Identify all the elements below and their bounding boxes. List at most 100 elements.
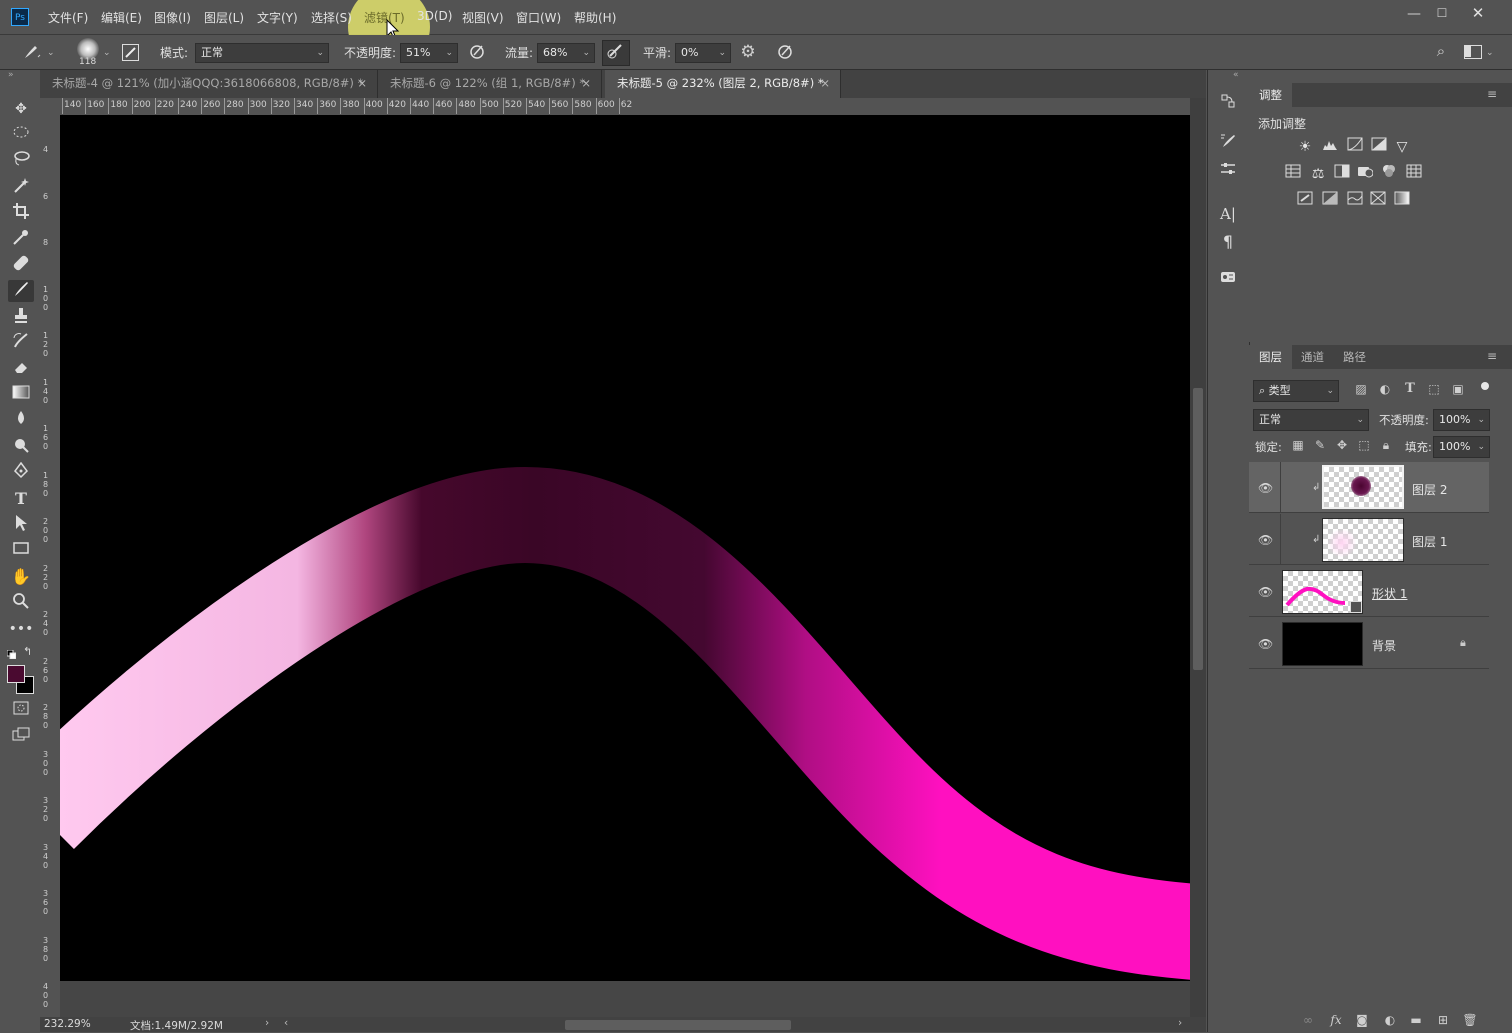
layer-name[interactable]: 图层 1 bbox=[1412, 533, 1447, 550]
maximize-button[interactable]: ☐ bbox=[1432, 6, 1452, 24]
move-tool-icon[interactable]: ✥ bbox=[8, 98, 34, 120]
menu-file[interactable]: 文件(F) bbox=[48, 9, 88, 26]
close-tab-icon[interactable]: × bbox=[820, 70, 830, 97]
type-tool-icon[interactable]: T bbox=[8, 488, 34, 510]
swap-colors-icon[interactable]: ↰ bbox=[23, 645, 32, 658]
visibility-eye-icon[interactable]: 👁︎ bbox=[1258, 638, 1273, 650]
layer-opacity-field[interactable]: 100% ⌄ bbox=[1433, 409, 1490, 431]
blend-mode-select[interactable]: 正常 ⌄ bbox=[195, 43, 329, 63]
filter-pixel-icon[interactable]: ▨ bbox=[1353, 382, 1369, 396]
lock-transparent-icon[interactable]: ▦ bbox=[1291, 438, 1305, 452]
rectangle-tool-icon[interactable] bbox=[8, 540, 34, 562]
exposure-icon[interactable] bbox=[1369, 137, 1389, 157]
panel-menu-icon[interactable]: ≡ bbox=[1487, 87, 1497, 101]
vibrance-icon[interactable]: ▽ bbox=[1392, 137, 1412, 157]
layer-thumbnail[interactable] bbox=[1322, 465, 1404, 509]
layer-style-icon[interactable]: fx bbox=[1328, 1012, 1344, 1028]
layer-thumbnail[interactable] bbox=[1282, 622, 1363, 666]
invert-icon[interactable] bbox=[1295, 191, 1315, 211]
magic-wand-tool-icon[interactable] bbox=[8, 176, 34, 198]
close-tab-icon[interactable]: × bbox=[357, 70, 367, 97]
tab-paths[interactable]: 路径 bbox=[1333, 345, 1376, 369]
menu-window[interactable]: 窗口(W) bbox=[516, 9, 561, 26]
channel-mixer-icon[interactable] bbox=[1379, 164, 1399, 184]
layer-name[interactable]: 背景 bbox=[1372, 637, 1396, 654]
chevron-right-icon[interactable]: › bbox=[265, 1017, 269, 1029]
character-panel-icon[interactable]: A| bbox=[1214, 202, 1242, 226]
smoothing-field[interactable]: 0% ⌄ bbox=[675, 43, 731, 63]
filter-shape-icon[interactable]: ⬚ bbox=[1426, 382, 1442, 396]
quick-mask-icon[interactable] bbox=[8, 700, 34, 722]
menu-image[interactable]: 图像(I) bbox=[154, 9, 191, 26]
layer-blend-mode-select[interactable]: 正常 ⌄ bbox=[1253, 409, 1369, 431]
canvas[interactable] bbox=[60, 115, 1190, 981]
chevron-down-icon[interactable]: ⌄ bbox=[47, 48, 55, 58]
color-lookup-icon[interactable] bbox=[1404, 164, 1424, 184]
properties-icon[interactable] bbox=[1214, 160, 1242, 184]
brush-settings-icon[interactable] bbox=[1214, 132, 1242, 156]
opacity-field[interactable]: 51% ⌄ bbox=[400, 43, 458, 63]
levels-icon[interactable] bbox=[1320, 137, 1340, 157]
brush-tool-icon[interactable] bbox=[8, 280, 34, 302]
chevron-down-icon[interactable]: ⌄ bbox=[103, 48, 111, 58]
lock-artboard-icon[interactable]: ⬚ bbox=[1357, 438, 1371, 452]
airbrush-icon[interactable] bbox=[602, 40, 630, 66]
new-adjustment-layer-icon[interactable]: ◐ bbox=[1382, 1012, 1398, 1028]
horizontal-scrollbar-thumb[interactable] bbox=[565, 1020, 791, 1030]
screen-mode-icon[interactable] bbox=[8, 726, 34, 748]
hue-saturation-icon[interactable] bbox=[1283, 164, 1303, 184]
tab-channels[interactable]: 通道 bbox=[1291, 345, 1334, 369]
black-white-icon[interactable] bbox=[1332, 164, 1352, 184]
visibility-eye-icon[interactable]: 👁︎ bbox=[1258, 586, 1273, 598]
close-window-button[interactable]: ✕ bbox=[1466, 4, 1490, 24]
panel-menu-icon[interactable]: ≡ bbox=[1487, 349, 1497, 363]
collapse-toolbar-icon[interactable]: » bbox=[8, 70, 14, 80]
menu-layer[interactable]: 图层(L) bbox=[204, 9, 244, 26]
tab-layers[interactable]: 图层 bbox=[1249, 345, 1292, 369]
elliptical-marquee-tool-icon[interactable] bbox=[8, 124, 34, 146]
new-layer-icon[interactable]: ⊞ bbox=[1435, 1012, 1451, 1028]
tab-document-6[interactable]: 未标题-6 @ 122% (组 1, RGB/8#) * × bbox=[378, 70, 602, 98]
default-colors-icon[interactable] bbox=[6, 648, 17, 660]
scroll-right-icon[interactable]: › bbox=[1178, 1017, 1182, 1029]
lasso-tool-icon[interactable] bbox=[8, 150, 34, 172]
threshold-icon[interactable] bbox=[1345, 191, 1365, 211]
tab-document-4[interactable]: 未标题-4 @ 121% (加小涵QQQ:3618066808, RGB/8#)… bbox=[40, 70, 378, 98]
brush-tool-preset-icon[interactable] bbox=[20, 43, 44, 61]
crop-tool-icon[interactable] bbox=[8, 202, 34, 224]
menu-help[interactable]: 帮助(H) bbox=[574, 9, 616, 26]
lock-all-icon[interactable]: 🔒︎ bbox=[1379, 438, 1393, 453]
brightness-contrast-icon[interactable]: ☀ bbox=[1295, 137, 1315, 157]
menu-edit[interactable]: 编辑(E) bbox=[101, 9, 142, 26]
scroll-left-icon[interactable]: ‹ bbox=[284, 1017, 288, 1029]
paragraph-panel-icon[interactable]: ¶ bbox=[1214, 230, 1242, 254]
pen-tool-icon[interactable] bbox=[8, 461, 34, 484]
eraser-tool-icon[interactable] bbox=[8, 358, 34, 380]
layer-name[interactable]: 形状 1 bbox=[1372, 585, 1407, 602]
zoom-level[interactable]: 232.29% bbox=[44, 1018, 91, 1030]
layer-filter-select[interactable]: ⌕ 类型 ⌄ bbox=[1253, 380, 1339, 402]
layer-name[interactable]: 图层 2 bbox=[1412, 481, 1447, 498]
history-panel-icon[interactable] bbox=[1214, 92, 1242, 116]
vertical-scrollbar-thumb[interactable] bbox=[1193, 388, 1203, 670]
pressure-size-icon[interactable] bbox=[774, 43, 796, 61]
chevron-down-icon[interactable]: ⌄ bbox=[1486, 48, 1494, 58]
filter-type-icon[interactable]: T bbox=[1402, 381, 1418, 396]
close-tab-icon[interactable]: × bbox=[581, 70, 591, 97]
minimize-button[interactable]: — bbox=[1404, 6, 1424, 24]
filter-toggle-icon[interactable] bbox=[1481, 382, 1489, 390]
3d-panel-icon[interactable] bbox=[1214, 268, 1242, 292]
layer-thumbnail[interactable] bbox=[1322, 518, 1404, 562]
posterize-icon[interactable] bbox=[1320, 191, 1340, 211]
color-balance-icon[interactable]: ⚖ bbox=[1308, 164, 1328, 184]
curves-icon[interactable] bbox=[1345, 137, 1365, 157]
tab-adjustments[interactable]: 调整 bbox=[1249, 83, 1292, 107]
delete-layer-icon[interactable]: 🗑︎ bbox=[1462, 1012, 1478, 1028]
selective-color-icon[interactable] bbox=[1368, 191, 1388, 211]
blur-tool-icon[interactable] bbox=[8, 410, 34, 432]
brush-settings-panel-icon[interactable] bbox=[122, 44, 139, 61]
visibility-eye-icon[interactable]: 👁︎ bbox=[1258, 482, 1273, 494]
gradient-map-icon[interactable] bbox=[1392, 191, 1412, 211]
dodge-tool-icon[interactable] bbox=[8, 436, 34, 458]
menu-view[interactable]: 视图(V) bbox=[462, 9, 504, 26]
